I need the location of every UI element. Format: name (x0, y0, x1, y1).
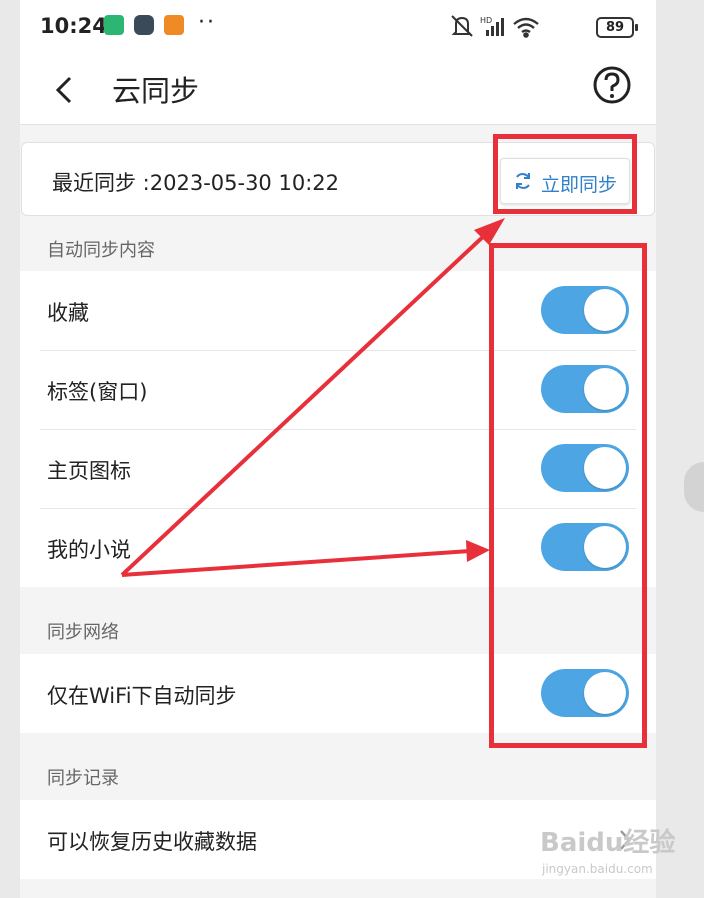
list-item-homepage-icons: 主页图标 (20, 429, 656, 508)
list-item-label: 标签(窗口) (47, 380, 148, 404)
toggle-knob (584, 672, 626, 714)
homepage-icons-toggle[interactable] (541, 444, 629, 492)
refresh-icon (516, 173, 530, 189)
page-title: 云同步 (112, 74, 200, 108)
my-novels-toggle[interactable] (541, 523, 629, 571)
list-item-favorites: 收藏 (20, 271, 656, 350)
last-sync-text: 最近同步 :2023-05-30 10:22 (52, 171, 339, 195)
wifi-icon (513, 17, 539, 38)
list-item-my-novels: 我的小说 (20, 508, 656, 587)
status-bar: 10:24 ·· HD 89 (20, 0, 656, 56)
favorites-toggle[interactable] (541, 286, 629, 334)
list-item-label: 可以恢复历史收藏数据 (47, 830, 257, 854)
list-item-label: 我的小说 (47, 538, 131, 562)
back-arrow-icon[interactable] (50, 70, 80, 110)
more-notifications-icon: ·· (198, 10, 216, 35)
status-time: 10:24 (40, 14, 107, 38)
toggle-knob (584, 368, 626, 410)
sync-network-list: 仅在WiFi下自动同步 (20, 654, 656, 733)
mute-icon (451, 15, 473, 37)
section-auto-sync-content: 自动同步内容 (47, 240, 155, 261)
list-item-label: 主页图标 (47, 459, 131, 483)
toggle-knob (584, 526, 626, 568)
list-item-label: 仅在WiFi下自动同步 (47, 684, 237, 708)
list-item-label: 收藏 (47, 301, 89, 325)
list-item-wifi-only: 仅在WiFi下自动同步 (20, 654, 656, 733)
sync-now-button[interactable]: 立即同步 (500, 158, 630, 204)
toggle-knob (584, 447, 626, 489)
help-icon[interactable] (592, 65, 632, 105)
auto-sync-list: 收藏 标签(窗口) 主页图标 我的小说 (20, 271, 656, 587)
messages-icon (104, 15, 124, 35)
browser-icon (134, 15, 154, 35)
app-screen: 10:24 ·· HD 89 云同步 最近同步:2023-05-30 10:2… (20, 0, 656, 898)
tabs-toggle[interactable] (541, 365, 629, 413)
wifi-only-toggle[interactable] (541, 669, 629, 717)
watermark-url: jingyan.baidu.com (542, 862, 653, 876)
section-sync-records: 同步记录 (47, 768, 119, 789)
battery-indicator: 89 (596, 17, 638, 38)
toggle-knob (584, 289, 626, 331)
section-sync-network: 同步网络 (47, 622, 119, 643)
svg-text:HD: HD (480, 16, 492, 25)
watermark: Baidu经验 (540, 828, 676, 858)
app-icon (164, 15, 184, 35)
status-icons: HD (451, 15, 539, 38)
list-item-tabs: 标签(窗口) (20, 350, 656, 429)
side-scroll-handle[interactable] (684, 462, 704, 512)
signal-icon: HD (480, 16, 504, 36)
app-header: 云同步 (20, 56, 656, 125)
sync-now-label: 立即同步 (541, 174, 618, 196)
